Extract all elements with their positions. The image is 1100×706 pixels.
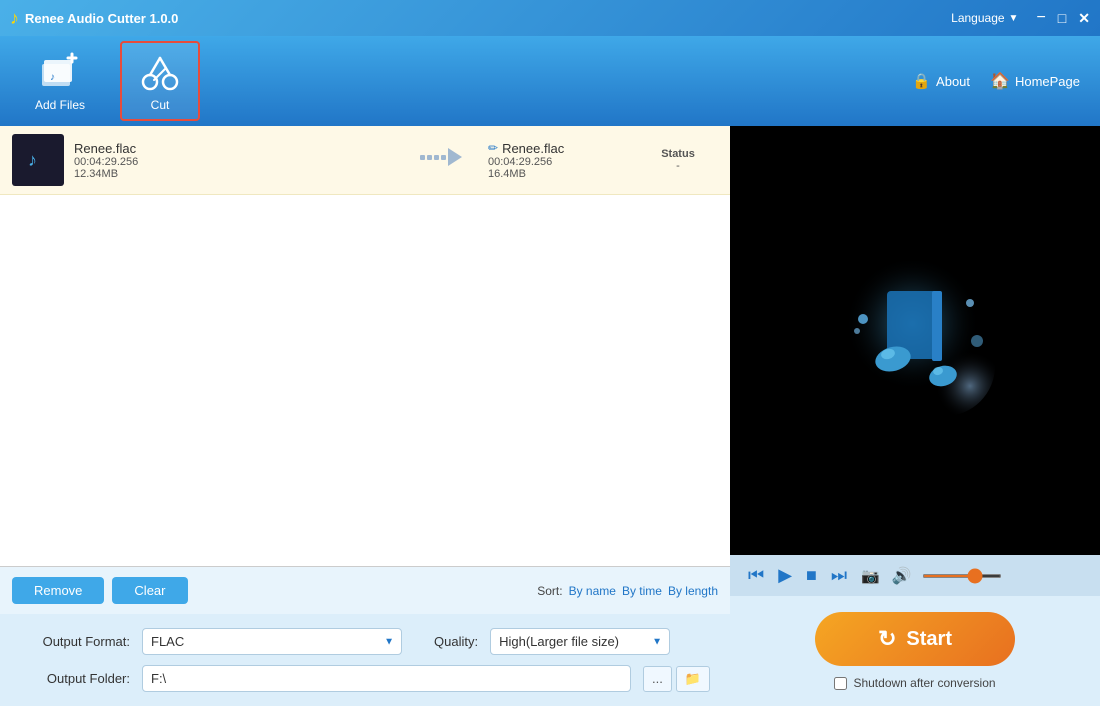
list-controls: Remove Clear Sort: By name By time By le… [0,567,730,614]
edit-icon: ✏ [488,141,498,155]
music-visual [835,261,995,421]
skip-back-icon: ⏮ [748,565,764,586]
quality-select-wrapper: High(Larger file size) Medium Low [490,628,670,655]
title-bar: ♪ Renee Audio Cutter 1.0.0 Language ▼ − … [0,0,1100,36]
folder-row: Output Folder: ... 📁 [20,665,710,692]
skip-forward-icon: ⏭ [831,565,847,586]
app-logo-icon: ♪ [10,8,19,29]
folder-label: Output Folder: [20,671,130,686]
source-filename: Renee.flac [74,141,398,156]
cut-label: Cut [151,98,170,112]
skip-forward-button[interactable]: ⏭ [829,563,849,588]
remove-button[interactable]: Remove [12,577,104,604]
file-thumbnail: ♪ [12,134,64,186]
table-row: ♪ Renee.flac 00:04:29.256 12.34MB [0,126,730,195]
volume-slider[interactable] [922,574,1002,578]
preview-area [730,126,1100,555]
format-select[interactable]: FLAC MP3 AAC WAV [142,628,402,655]
maximize-button[interactable]: □ [1058,11,1066,25]
output-size: 16.4MB [488,168,628,180]
home-icon: 🏠 [990,71,1010,91]
open-folder-icon: 📁 [685,671,701,686]
add-files-label: Add Files [35,98,85,112]
cut-icon [138,50,182,94]
status-area: Status - [638,148,718,172]
format-select-wrapper: FLAC MP3 AAC WAV [142,628,402,655]
open-folder-button[interactable]: 📁 [676,666,710,692]
main-layout: ♪ Renee.flac 00:04:29.256 12.34MB [0,126,1100,706]
shutdown-label: Shutdown after conversion [853,676,995,690]
start-button[interactable]: ↺ Start [815,612,1015,666]
folder-buttons: ... 📁 [643,666,710,692]
play-button[interactable]: ▶ [776,563,794,588]
right-panel: ⏮ ▶ ■ ⏭ 📷 🔊 ↺ Start [730,126,1100,706]
screenshot-button[interactable]: 📷 [859,565,882,587]
about-label: About [936,74,970,89]
stop-button[interactable]: ■ [804,563,819,588]
language-label: Language [951,11,1004,25]
shutdown-row: Shutdown after conversion [834,676,995,690]
add-files-icon: ♪ [38,50,82,94]
format-row: Output Format: FLAC MP3 AAC WAV Quality:… [20,628,710,655]
about-link[interactable]: 🔒 About [912,72,970,90]
status-label: Status [638,148,718,160]
file-list: ♪ Renee.flac 00:04:29.256 12.34MB [0,126,730,567]
stop-icon: ■ [806,565,817,586]
window-controls: − □ ✕ [1036,10,1090,26]
close-button[interactable]: ✕ [1078,11,1090,25]
output-duration: 00:04:29.256 [488,156,628,168]
shutdown-checkbox[interactable] [834,677,847,690]
arrow-icon [408,146,478,174]
skip-back-button[interactable]: ⏮ [746,563,766,588]
browse-button[interactable]: ... [643,666,672,692]
toolbar-right: 🔒 About 🏠 HomePage [912,71,1080,91]
output-settings: Output Format: FLAC MP3 AAC WAV Quality:… [0,614,730,706]
sort-area: Sort: By name By time By length [537,584,718,598]
refresh-icon: ↺ [878,626,896,652]
sort-by-length-link[interactable]: By length [668,584,718,598]
source-file-info: Renee.flac 00:04:29.256 12.34MB [74,141,398,180]
homepage-link[interactable]: 🏠 HomePage [990,71,1080,91]
camera-icon: 📷 [861,567,880,585]
status-badge: - [638,160,718,172]
lock-icon: 🔒 [912,72,931,90]
play-icon: ▶ [778,565,792,586]
svg-text:♪: ♪ [28,150,37,170]
language-dropdown-icon: ▼ [1009,13,1019,24]
language-selector[interactable]: Language ▼ [951,11,1018,25]
svg-text:♪: ♪ [50,72,55,83]
quality-label: Quality: [434,634,478,649]
source-size: 12.34MB [74,168,398,180]
volume-icon: 🔊 [892,566,912,586]
quality-select[interactable]: High(Larger file size) Medium Low [490,628,670,655]
source-duration: 00:04:29.256 [74,156,398,168]
start-label: Start [906,628,952,651]
player-controls: ⏮ ▶ ■ ⏭ 📷 🔊 [730,555,1100,596]
format-label: Output Format: [20,634,130,649]
homepage-label: HomePage [1015,74,1080,89]
sort-label: Sort: [537,584,562,598]
cut-button[interactable]: Cut [120,41,200,121]
sort-by-time-link[interactable]: By time [622,584,662,598]
app-title: Renee Audio Cutter 1.0.0 [25,11,951,26]
folder-input[interactable] [142,665,631,692]
output-filename: ✏ Renee.flac [488,141,628,156]
minimize-button[interactable]: − [1036,10,1045,26]
left-panel: ♪ Renee.flac 00:04:29.256 12.34MB [0,126,730,706]
add-files-button[interactable]: ♪ Add Files [20,41,100,121]
clear-button[interactable]: Clear [112,577,187,604]
sort-by-name-link[interactable]: By name [569,584,616,598]
start-section: ↺ Start Shutdown after conversion [730,596,1100,706]
output-file-info: ✏ Renee.flac 00:04:29.256 16.4MB [488,141,628,180]
toolbar: ♪ Add Files Cut 🔒 About 🏠 HomePage [0,36,1100,126]
